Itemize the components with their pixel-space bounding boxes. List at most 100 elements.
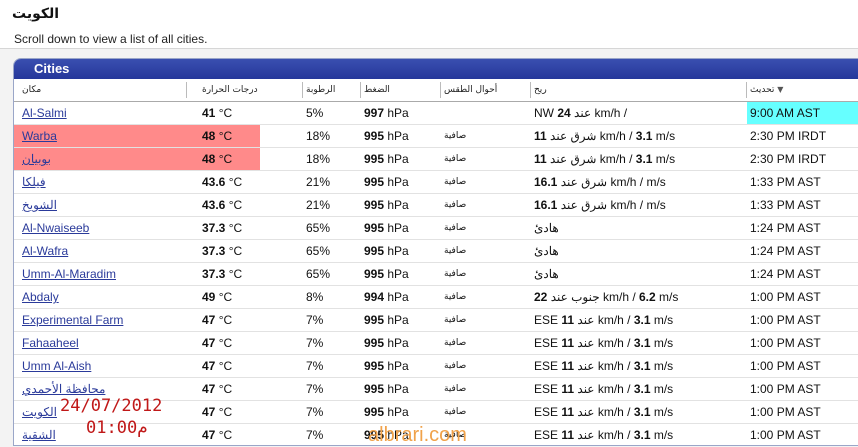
city-link[interactable]: Umm-Al-Maradim [22, 267, 116, 281]
col-conditions[interactable]: أحوال الطقس [444, 85, 497, 95]
conditions-cell: صافية [444, 246, 467, 256]
city-link[interactable]: Warba [22, 129, 57, 143]
pressure-cell: 994 hPa [364, 290, 409, 304]
pressure-cell: 995 hPa [364, 152, 409, 166]
conditions-cell: صافية [444, 361, 467, 371]
col-sep [360, 82, 361, 98]
hint-bar: Scroll down to view a list of all cities… [0, 30, 858, 49]
table-row: بوبيان 48 °C 18% 995 hPa صافية 11 شرق عند km/… [14, 148, 858, 171]
humidity-cell: 7% [306, 382, 324, 396]
table-row: Abdaly 49 °C 8% 994 hPa صافية 22 جنوب عند km/… [14, 286, 858, 309]
city-link[interactable]: محافظة الأحمدي [22, 382, 105, 396]
col-sep [530, 82, 531, 98]
updated-cell: 1:00 PM AST [750, 290, 821, 304]
temperature-cell: 47 °C [202, 313, 233, 327]
stamp-time: 01:00م [86, 418, 148, 438]
humidity-cell: 18% [306, 152, 331, 166]
wind-cell: ESE 11 عند km/h / 3.1 m/s [534, 336, 674, 350]
humidity-cell: 7% [306, 336, 324, 350]
col-humidity[interactable]: الرطوبة [306, 85, 335, 95]
updated-cell: 1:33 PM AST [750, 198, 821, 212]
wind-cell: NW 24 عند km/h / [534, 106, 628, 120]
city-link[interactable]: Umm Al-Aish [22, 359, 91, 373]
temperature-cell: 41 °C [202, 106, 233, 120]
temperature-cell: 49 °C [202, 290, 233, 304]
col-sep [746, 82, 747, 98]
humidity-cell: 21% [306, 198, 331, 212]
city-link[interactable]: Experimental Farm [22, 313, 123, 327]
stamp-date: 24/07/2012 [60, 396, 163, 416]
pressure-cell: 995 hPa [364, 313, 409, 327]
humidity-cell: 7% [306, 359, 324, 373]
city-link[interactable]: Al-Salmi [22, 106, 67, 120]
col-sep [440, 82, 441, 98]
temperature-cell: 47 °C [202, 359, 233, 373]
table-row: Fahaaheel 47 °C 7% 995 hPa صافية ESE 11 عند k… [14, 332, 858, 355]
temperature-cell: 37.3 °C [202, 244, 243, 258]
updated-cell: 1:00 PM AST [750, 405, 821, 419]
table-row: Umm-Al-Maradim 37.3 °C 65% 995 hPa صافية هادئ… [14, 263, 858, 286]
city-link[interactable]: Al-Wafra [22, 244, 68, 258]
pressure-cell: 995 hPa [364, 267, 409, 281]
temperature-cell: 43.6 °C [202, 198, 243, 212]
conditions-cell: صافية [444, 407, 467, 417]
humidity-cell: 7% [306, 313, 324, 327]
table-row: الشويخ 43.6 °C 21% 995 hPa صافية 16.1 شرق عند… [14, 194, 858, 217]
updated-cell: 1:00 PM AST [750, 428, 821, 442]
table-row: فيلكا 43.6 °C 21% 995 hPa صافية 16.1 شرق عند … [14, 171, 858, 194]
updated-cell: 2:30 PM IRDT [750, 152, 827, 166]
city-link[interactable]: Abdaly [22, 290, 59, 304]
wind-cell: ESE 11 عند km/h / 3.1 m/s [534, 428, 674, 442]
city-link[interactable]: الشقية [22, 428, 56, 442]
pressure-cell: 997 hPa [364, 106, 409, 120]
city-link[interactable]: الشويخ [22, 198, 57, 212]
conditions-cell: صافية [444, 269, 467, 279]
humidity-cell: 65% [306, 221, 331, 235]
temperature-cell: 47 °C [202, 428, 233, 442]
updated-cell: 1:33 PM AST [750, 175, 821, 189]
conditions-cell: صافية [444, 384, 467, 394]
humidity-cell: 18% [306, 129, 331, 143]
wind-cell: ESE 11 عند km/h / 3.1 m/s [534, 313, 674, 327]
humidity-cell: 8% [306, 290, 324, 304]
col-wind[interactable]: ريح [534, 85, 547, 95]
cities-table: Al-Salmi 41 °C 5% 997 hPa NW 24 عند km/h / 9… [14, 102, 858, 445]
city-link[interactable]: الكويت [22, 405, 57, 419]
updated-cell: 1:24 PM AST [750, 221, 821, 235]
temperature-cell: 47 °C [202, 336, 233, 350]
updated-cell: 9:00 AM AST [750, 106, 821, 120]
col-place[interactable]: مكان [22, 85, 41, 95]
col-pressure[interactable]: الضغط [364, 85, 390, 95]
conditions-cell: صافية [444, 315, 467, 325]
wind-cell: ESE 11 عند km/h / 3.1 m/s [534, 382, 674, 396]
wind-cell: 22 جنوب عند km/h / 6.2 m/s [534, 290, 679, 304]
city-link[interactable]: بوبيان [22, 152, 51, 166]
wind-cell: هادئ [534, 221, 559, 235]
city-link[interactable]: فيلكا [22, 175, 46, 189]
col-sep [186, 82, 187, 98]
col-temperature[interactable]: درجات الحرارة [202, 85, 258, 95]
temperature-cell: 43.6 °C [202, 175, 243, 189]
wind-cell: 16.1 شرق عند km/h / m/s [534, 198, 666, 212]
temperature-cell: 48 °C [202, 152, 233, 166]
col-sep [302, 82, 303, 98]
temperature-cell: 37.3 °C [202, 267, 243, 281]
cities-panel: Cities مكان درجات الحرارة الرطوبة الضغط … [13, 58, 858, 446]
conditions-cell: صافية [444, 131, 467, 141]
col-updated[interactable]: تحديث ▼ [750, 85, 783, 95]
temperature-cell: 47 °C [202, 382, 233, 396]
temperature-cell: 37.3 °C [202, 221, 243, 235]
updated-cell: 1:00 PM AST [750, 336, 821, 350]
table-row: Al-Salmi 41 °C 5% 997 hPa NW 24 عند km/h / 9… [14, 102, 858, 125]
city-link[interactable]: Al-Nwaiseeb [22, 221, 89, 235]
wind-cell: 16.1 شرق عند km/h / m/s [534, 175, 666, 189]
city-link[interactable]: Fahaaheel [22, 336, 79, 350]
table-row: Experimental Farm 47 °C 7% 995 hPa صافية ESE … [14, 309, 858, 332]
table-row: Warba 48 °C 18% 995 hPa صافية 11 شرق عند km/h… [14, 125, 858, 148]
conditions-cell: صافية [444, 223, 467, 233]
temperature-cell: 47 °C [202, 405, 233, 419]
humidity-cell: 5% [306, 106, 324, 120]
pressure-cell: 995 hPa [364, 359, 409, 373]
sort-descending-icon: ▼ [777, 85, 784, 94]
updated-cell: 1:00 PM AST [750, 313, 821, 327]
